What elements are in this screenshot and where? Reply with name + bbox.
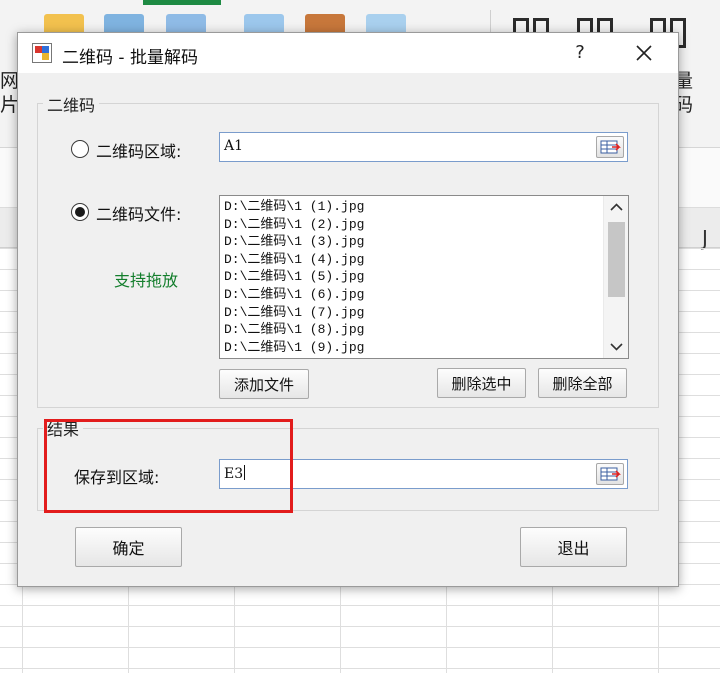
qr-code-group-label: 二维码 — [43, 92, 100, 116]
delete-selected-button[interactable]: 删除选中 — [437, 368, 526, 398]
scroll-down-button[interactable] — [604, 336, 628, 358]
drag-drop-hint: 支持拖放 — [114, 271, 179, 290]
add-file-button[interactable]: 添加文件 — [219, 369, 309, 399]
save-range-value: E3 — [224, 465, 246, 482]
help-button[interactable]: ? — [569, 39, 591, 67]
delete-all-button[interactable]: 删除全部 — [538, 368, 627, 398]
column-header-j[interactable]: J — [702, 226, 708, 250]
list-item[interactable]: D:\二维码\1 (3).jpg — [220, 233, 628, 251]
list-item[interactable]: D:\二维码\1 (5).jpg — [220, 268, 628, 286]
exit-button[interactable]: 退出 — [520, 527, 627, 567]
file-list-scrollbar[interactable] — [603, 196, 628, 358]
list-item[interactable]: D:\二维码\1 (1).jpg — [220, 198, 628, 216]
result-group-label: 结果 — [43, 416, 84, 440]
list-item[interactable]: D:\二维码\1 (2).jpg — [220, 216, 628, 234]
list-item[interactable]: D:\二维码\1 (6).jpg — [220, 286, 628, 304]
text-caret — [244, 465, 246, 480]
range-picker-button[interactable] — [596, 136, 624, 158]
qr-range-radio[interactable] — [71, 140, 89, 158]
list-item[interactable]: D:\二维码\1 (8).jpg — [220, 321, 628, 339]
list-item[interactable]: D:\二维码\1 (9).jpg — [220, 339, 628, 357]
range-select-icon — [600, 140, 621, 154]
ribbon-active-indicator — [143, 0, 221, 5]
close-icon — [636, 45, 652, 61]
scroll-thumb[interactable] — [608, 222, 625, 297]
list-item[interactable]: D:\二维码\1 (4).jpg — [220, 251, 628, 269]
dialog-title: 二维码 - 批量解码 — [62, 48, 198, 68]
chevron-down-icon — [610, 343, 623, 351]
qr-range-label: 二维码区域: — [96, 142, 182, 161]
qr-file-list[interactable]: D:\二维码\1 (1).jpg D:\二维码\1 (2).jpg D:\二维码… — [219, 195, 629, 359]
save-to-range-input[interactable]: E3 — [219, 459, 628, 489]
range-select-icon — [600, 467, 621, 481]
qr-batch-decode-dialog: 二维码 - 批量解码 ? 二维码 二维码区域: A1 二维码文件: 支持拖放 D… — [17, 32, 679, 587]
list-item[interactable]: D:\二维码\1 (7).jpg — [220, 304, 628, 322]
scroll-up-button[interactable] — [604, 196, 628, 218]
close-button[interactable] — [630, 39, 658, 67]
qr-range-input[interactable]: A1 — [219, 132, 628, 162]
qr-range-value: A1 — [224, 138, 244, 154]
qr-file-label: 二维码文件: — [96, 205, 182, 224]
ok-button[interactable]: 确定 — [75, 527, 182, 567]
app-icon — [32, 43, 52, 63]
range-picker-button[interactable] — [596, 463, 624, 485]
qr-file-radio[interactable] — [71, 203, 89, 221]
save-to-range-label: 保存到区域: — [74, 468, 160, 487]
chevron-up-icon — [610, 203, 623, 211]
dialog-titlebar[interactable]: 二维码 - 批量解码 ? — [18, 33, 678, 73]
